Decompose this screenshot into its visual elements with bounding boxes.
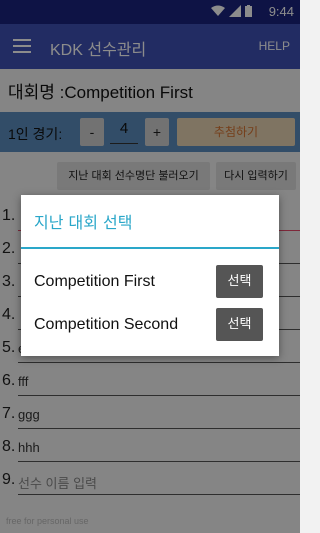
select-button[interactable]: 선택 [216, 308, 263, 341]
competition-option: Competition Second 선택 [21, 308, 279, 344]
select-competition-dialog: 지난 대회 선택 Competition First 선택 Competitio… [21, 195, 279, 356]
competition-option: Competition First 선택 [21, 265, 279, 301]
dialog-divider [21, 247, 279, 249]
competition-option-name: Competition Second [34, 316, 179, 333]
dialog-title: 지난 대회 선택 [34, 213, 133, 232]
select-button[interactable]: 선택 [216, 265, 263, 298]
competition-option-name: Competition First [34, 273, 155, 290]
